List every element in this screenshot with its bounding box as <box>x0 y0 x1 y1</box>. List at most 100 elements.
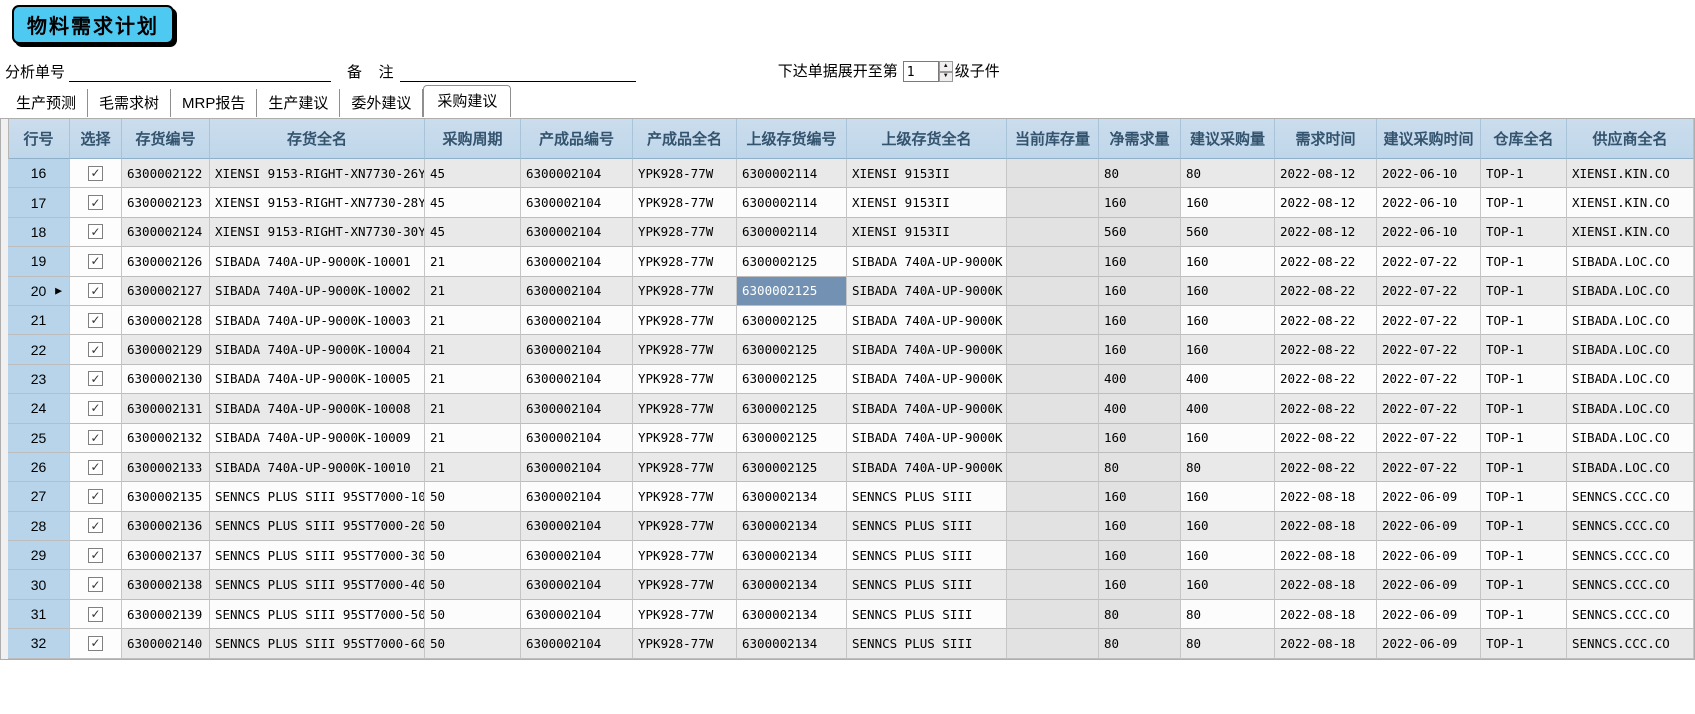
cell-supplier[interactable]: XIENSI.KIN.CO <box>1567 218 1694 247</box>
cell-net-qty[interactable]: 160 <box>1099 512 1181 541</box>
cell-prod-code[interactable]: 6300002104 <box>521 306 633 335</box>
row-checkbox[interactable]: ✓ <box>88 577 103 592</box>
cell-cycle[interactable]: 50 <box>425 541 521 570</box>
cell-inv-name[interactable]: SIBADA 740A-UP-9000K-10009 <box>210 424 425 453</box>
cell-stock[interactable] <box>1007 482 1099 511</box>
cell-stock[interactable] <box>1007 277 1099 306</box>
cell-prod-name[interactable]: YPK928-77W <box>633 188 737 217</box>
cell-sug-qty[interactable]: 160 <box>1181 541 1275 570</box>
cell-net-qty[interactable]: 160 <box>1099 424 1181 453</box>
row-checkbox[interactable]: ✓ <box>88 518 103 533</box>
cell-cycle[interactable]: 21 <box>425 453 521 482</box>
cell-sug-qty[interactable]: 160 <box>1181 335 1275 364</box>
cell-warehouse[interactable]: TOP-1 <box>1481 629 1567 658</box>
cell-prod-code[interactable]: 6300002104 <box>521 629 633 658</box>
cell-prod-name[interactable]: YPK928-77W <box>633 629 737 658</box>
cell-parent-code[interactable]: 6300002125 <box>737 277 847 306</box>
cell-net-qty[interactable]: 160 <box>1099 335 1181 364</box>
cell-inv-name[interactable]: SIBADA 740A-UP-9000K-10005 <box>210 365 425 394</box>
column-header-8[interactable]: 上级存货编号 <box>737 119 847 159</box>
cell-prod-code[interactable]: 6300002104 <box>521 365 633 394</box>
cell-warehouse[interactable]: TOP-1 <box>1481 306 1567 335</box>
cell-prod-code[interactable]: 6300002104 <box>521 394 633 423</box>
cell-net-qty[interactable]: 560 <box>1099 218 1181 247</box>
cell-prod-name[interactable]: YPK928-77W <box>633 218 737 247</box>
row-number-cell[interactable]: 32 <box>8 629 70 658</box>
cell-cycle[interactable]: 50 <box>425 570 521 599</box>
cell-inv-code[interactable]: 6300002135 <box>122 482 210 511</box>
cell-prod-name[interactable]: YPK928-77W <box>633 453 737 482</box>
cell-supplier[interactable]: SENNCS.CCC.CO <box>1567 629 1694 658</box>
cell-sug-qty[interactable]: 400 <box>1181 394 1275 423</box>
cell-inv-code[interactable]: 6300002132 <box>122 424 210 453</box>
column-header-7[interactable]: 产成品全名 <box>633 119 737 159</box>
cell-need-date[interactable]: 2022-08-22 <box>1275 453 1377 482</box>
cell-inv-name[interactable]: SENNCS PLUS SIII 95ST7000-60 <box>210 629 425 658</box>
cell-warehouse[interactable]: TOP-1 <box>1481 277 1567 306</box>
row-checkbox[interactable]: ✓ <box>88 195 103 210</box>
cell-prod-name[interactable]: YPK928-77W <box>633 424 737 453</box>
cell-parent-code[interactable]: 6300002125 <box>737 394 847 423</box>
row-number-cell[interactable]: 26 <box>8 453 70 482</box>
cell-warehouse[interactable]: TOP-1 <box>1481 335 1567 364</box>
cell-warehouse[interactable]: TOP-1 <box>1481 453 1567 482</box>
cell-prod-code[interactable]: 6300002104 <box>521 570 633 599</box>
cell-parent-name[interactable]: XIENSI 9153II <box>847 188 1007 217</box>
tab-2[interactable]: 毛需求树 <box>88 89 171 117</box>
cell-parent-code[interactable]: 6300002114 <box>737 159 847 188</box>
cell-prod-name[interactable]: YPK928-77W <box>633 512 737 541</box>
cell-supplier[interactable]: SIBADA.LOC.CO <box>1567 277 1694 306</box>
cell-supplier[interactable]: SENNCS.CCC.CO <box>1567 541 1694 570</box>
row-checkbox[interactable]: ✓ <box>88 283 103 298</box>
row-number-cell[interactable]: 25 <box>8 424 70 453</box>
cell-sug-date[interactable]: 2022-07-22 <box>1377 306 1481 335</box>
cell-inv-code[interactable]: 6300002122 <box>122 159 210 188</box>
cell-warehouse[interactable]: TOP-1 <box>1481 365 1567 394</box>
cell-sug-date[interactable]: 2022-06-10 <box>1377 218 1481 247</box>
cell-parent-name[interactable]: SENNCS PLUS SIII <box>847 570 1007 599</box>
cell-sug-qty[interactable]: 160 <box>1181 482 1275 511</box>
cell-inv-code[interactable]: 6300002140 <box>122 629 210 658</box>
cell-prod-code[interactable]: 6300002104 <box>521 600 633 629</box>
cell-parent-name[interactable]: SENNCS PLUS SIII <box>847 629 1007 658</box>
cell-inv-name[interactable]: SENNCS PLUS SIII 95ST7000-20 <box>210 512 425 541</box>
cell-net-qty[interactable]: 80 <box>1099 159 1181 188</box>
cell-sug-qty[interactable]: 160 <box>1181 570 1275 599</box>
column-header-6[interactable]: 产成品编号 <box>521 119 633 159</box>
row-number-cell[interactable]: 27 <box>8 482 70 511</box>
cell-parent-name[interactable]: SENNCS PLUS SIII <box>847 600 1007 629</box>
cell-parent-code[interactable]: 6300002125 <box>737 306 847 335</box>
cell-parent-code[interactable]: 6300002134 <box>737 541 847 570</box>
cell-inv-code[interactable]: 6300002129 <box>122 335 210 364</box>
cell-inv-name[interactable]: SENNCS PLUS SIII 95ST7000-50 <box>210 600 425 629</box>
expand-level-input[interactable]: 1 <box>903 61 939 82</box>
cell-warehouse[interactable]: TOP-1 <box>1481 600 1567 629</box>
cell-net-qty[interactable]: 80 <box>1099 629 1181 658</box>
cell-supplier[interactable]: SIBADA.LOC.CO <box>1567 247 1694 276</box>
column-header-4[interactable]: 存货全名 <box>210 119 425 159</box>
cell-inv-code[interactable]: 6300002133 <box>122 453 210 482</box>
column-header-14[interactable]: 建议采购时间 <box>1377 119 1481 159</box>
cell-parent-code[interactable]: 6300002134 <box>737 629 847 658</box>
cell-cycle[interactable]: 50 <box>425 629 521 658</box>
cell-stock[interactable] <box>1007 541 1099 570</box>
cell-need-date[interactable]: 2022-08-18 <box>1275 482 1377 511</box>
cell-inv-name[interactable]: SENNCS PLUS SIII 95ST7000-30 <box>210 541 425 570</box>
cell-prod-name[interactable]: YPK928-77W <box>633 541 737 570</box>
cell-parent-code[interactable]: 6300002114 <box>737 218 847 247</box>
column-header-2[interactable]: 选择 <box>70 119 122 159</box>
cell-stock[interactable] <box>1007 159 1099 188</box>
row-checkbox[interactable]: ✓ <box>88 401 103 416</box>
cell-inv-code[interactable]: 6300002131 <box>122 394 210 423</box>
cell-stock[interactable] <box>1007 188 1099 217</box>
cell-prod-code[interactable]: 6300002104 <box>521 188 633 217</box>
row-checkbox[interactable]: ✓ <box>88 313 103 328</box>
cell-sug-date[interactable]: 2022-06-09 <box>1377 482 1481 511</box>
cell-warehouse[interactable]: TOP-1 <box>1481 512 1567 541</box>
row-number-cell[interactable]: 29 <box>8 541 70 570</box>
cell-prod-code[interactable]: 6300002104 <box>521 277 633 306</box>
cell-parent-code[interactable]: 6300002125 <box>737 453 847 482</box>
cell-cycle[interactable]: 21 <box>425 247 521 276</box>
cell-prod-name[interactable]: YPK928-77W <box>633 394 737 423</box>
cell-parent-name[interactable]: SIBADA 740A-UP-9000K <box>847 306 1007 335</box>
